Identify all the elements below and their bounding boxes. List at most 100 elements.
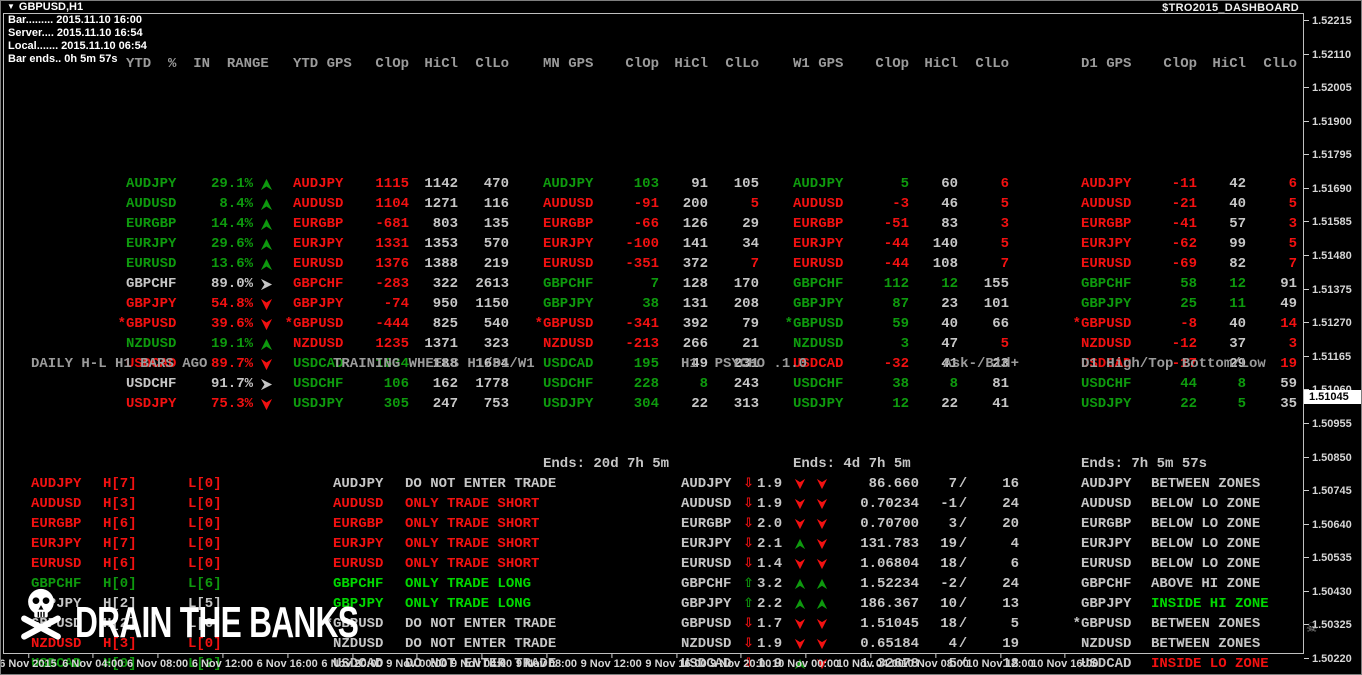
current-symbol-star	[783, 294, 793, 314]
ask-distance: 18	[940, 556, 957, 572]
bid-distance: 24	[1002, 576, 1019, 592]
col-header-hicl: HiCl	[924, 56, 958, 72]
hicl-value: 950	[432, 296, 458, 312]
pair-label: EURUSD	[31, 556, 82, 572]
bid-distance: 4	[1010, 536, 1019, 552]
current-symbol-star: *	[1072, 616, 1081, 632]
trend-arrow-icon	[816, 538, 828, 550]
clop-value: 1376	[375, 256, 409, 272]
pair-label: EURGBP	[293, 216, 344, 232]
slash-separator: /	[958, 516, 968, 532]
current-symbol-star	[21, 534, 31, 554]
current-symbol-star	[283, 174, 293, 194]
trend-arrow-icon	[794, 578, 806, 590]
price-tick-label: 1.51690	[1304, 183, 1352, 195]
hicl-value: 60	[941, 176, 958, 192]
slash-separator: /	[958, 476, 968, 492]
price-tick-label: 1.50850	[1304, 452, 1352, 464]
table-row: GBPCHF ⇧ 3.2 1.52234 -2 / 24	[681, 574, 1019, 594]
pair-label: AUDJPY	[333, 476, 384, 492]
cllo-value: 135	[483, 216, 509, 232]
hicl-value: 40	[1229, 196, 1246, 212]
range-percent: 89.0%	[210, 276, 253, 292]
current-symbol-star	[783, 254, 793, 274]
bid-distance: 20	[1002, 516, 1019, 532]
clop-value: 7	[650, 276, 659, 292]
pair-label: EURGBP	[681, 516, 732, 532]
clop-value: -681	[375, 216, 409, 232]
slash-separator: /	[958, 596, 968, 612]
col-header-hicl: HiCl	[424, 56, 458, 72]
pair-label: GBPJPY	[543, 296, 594, 312]
range-percent: 29.6%	[210, 236, 253, 252]
table-row: EURJPY -100 141 34	[533, 234, 759, 254]
table-row: AUDJPY ⇩ 1.9 86.660 7 / 16	[681, 474, 1019, 494]
slash-separator: /	[958, 536, 968, 552]
collapse-triangle-icon[interactable]: ▼	[7, 2, 15, 11]
price-tick-label: 1.50955	[1304, 418, 1352, 430]
table-row: EURGBP ⇩ 2.0 0.70700 3 / 20	[681, 514, 1019, 534]
skull-crossbones-icon	[21, 588, 61, 640]
cllo-value: 7	[750, 256, 759, 272]
direction-arrow-icon	[260, 298, 272, 311]
table-row: AUDUSD -21 40 5	[1071, 194, 1297, 214]
clop-value: 58	[1180, 276, 1197, 292]
current-symbol-star	[21, 554, 31, 574]
col-header-clop: ClOp	[875, 56, 909, 72]
table-row: EURJPY -44 140 5	[783, 234, 1009, 254]
table-row: NZDUSD BETWEEN ZONES	[1071, 634, 1311, 654]
pair-label: GBPJPY	[293, 296, 344, 312]
hicl-value: 140	[932, 236, 958, 252]
pair-label: AUDJPY	[793, 176, 844, 192]
current-price: 1.51045	[860, 616, 919, 632]
current-symbol-star	[533, 234, 543, 254]
table-row: EURGBP -41 57 3	[1071, 214, 1297, 234]
zone-status: BELOW LO ZONE	[1151, 496, 1261, 512]
clop-value: 195	[633, 356, 659, 372]
price-tick-label: 1.50640	[1304, 519, 1352, 531]
table-header: D1 High/Top Bottom/Low	[1071, 354, 1311, 374]
bid-distance: 5	[1010, 616, 1019, 632]
time-tick-label: 6 Nov 2015	[0, 654, 57, 670]
table-title: H1 PSYCHO .1.0	[681, 356, 808, 372]
cllo-value: 170	[733, 276, 759, 292]
pair-label: EURJPY	[333, 536, 384, 552]
pair-label: AUDUSD	[31, 496, 82, 512]
current-price: 86.660	[868, 476, 919, 492]
pair-label: AUDUSD	[293, 196, 344, 212]
table-row: AUDUSD -91 200 5	[533, 194, 759, 214]
clop-value: -100	[625, 236, 659, 252]
table-row: EURJPY 29.6%	[116, 234, 279, 254]
current-symbol-star	[116, 274, 126, 294]
time-axis[interactable]: 6 Nov 2015 6 Nov 04:00 6 Nov 08:00 6 Nov 12…	[1, 654, 1304, 674]
psycho-value: 2.2	[757, 596, 783, 612]
current-symbol-star	[283, 254, 293, 274]
pair-label: AUDUSD	[793, 196, 844, 212]
pair-label: AUDJPY	[1081, 476, 1132, 492]
clop-value: -3	[892, 196, 909, 212]
clop-value: 1331	[375, 236, 409, 252]
current-symbol-star	[1071, 174, 1081, 194]
chart-caption[interactable]: ▼ GBPUSD,H1	[7, 1, 83, 13]
table-row: GBPCHF 112 12 155	[783, 274, 1009, 294]
psycho-block-arrow-icon: ⇩	[743, 556, 754, 571]
trade-advice: ONLY TRADE SHORT	[405, 556, 540, 572]
pair-label: GBPCHF	[543, 276, 594, 292]
table-row: GBPCHF -283 322 2613	[283, 274, 509, 294]
askbid-header: Ask-/Bid+	[943, 356, 1019, 372]
pair-label: EURGBP	[31, 516, 82, 532]
trend-arrow-icon	[816, 518, 828, 530]
ask-distance: 7	[948, 476, 957, 492]
pair-label: AUDUSD	[1081, 496, 1132, 512]
slash-separator: /	[958, 496, 968, 512]
psycho-value: 1.9	[757, 476, 783, 492]
clop-value: -21	[1171, 196, 1197, 212]
psycho-value: 1.4	[757, 556, 783, 572]
trend-arrow-icon	[794, 538, 806, 550]
price-axis[interactable]: 1.52215 1.52110 1.52005 1.51900 1.51795 1.516…	[1304, 1, 1361, 674]
table-title: YTD GPS	[293, 56, 352, 72]
current-symbol-star	[323, 494, 333, 514]
cllo-value: 116	[483, 196, 509, 212]
current-symbol-star	[783, 214, 793, 234]
psycho-block-arrow-icon: ⇩	[743, 496, 754, 511]
